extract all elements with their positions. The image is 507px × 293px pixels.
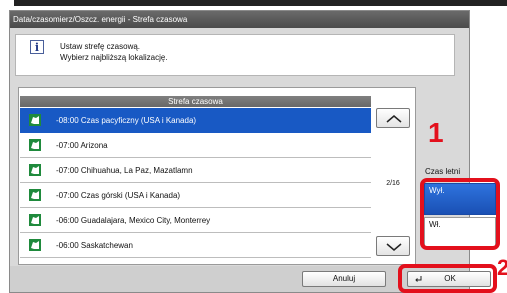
cancel-button[interactable]: Anuluj xyxy=(302,271,386,287)
scroll-up-button[interactable] xyxy=(376,108,410,128)
globe-icon xyxy=(29,189,41,201)
dst-label: Czas letni xyxy=(425,167,461,176)
list-item[interactable]: -06:00 Saskatchewan xyxy=(20,233,371,258)
top-strip-dark xyxy=(14,0,507,6)
list-item[interactable]: -07:00 Czas górski (USA i Kanada) xyxy=(20,183,371,208)
dialog-title: Data/czasomierz/Oszcz. energii - Strefa … xyxy=(10,11,469,28)
step2-number: 2 xyxy=(497,255,507,280)
list-item[interactable]: -07:00 Chihuahua, La Paz, Mazatlamn xyxy=(20,158,371,183)
timezone-list: -08:00 Czas pacyficzny (USA i Kanada) -0… xyxy=(20,108,371,258)
step2-highlight xyxy=(398,264,497,293)
list-item[interactable]: -08:00 Czas pacyficzny (USA i Kanada) xyxy=(20,108,371,133)
globe-icon xyxy=(29,239,41,251)
timezone-list-header: Strefa czasowa xyxy=(20,96,371,107)
info-text: Ustaw strefę czasową. Wybierz najbliższą… xyxy=(60,42,168,62)
scroll-down-button[interactable] xyxy=(376,236,410,256)
list-item-label: -07:00 Czas górski (USA i Kanada) xyxy=(56,191,181,200)
page-indicator: 2/16 xyxy=(386,180,400,187)
chevron-down-icon xyxy=(386,243,402,251)
list-item-label: -08:00 Czas pacyficzny (USA i Kanada) xyxy=(56,116,197,125)
info-icon: i xyxy=(30,40,44,54)
globe-icon xyxy=(29,214,41,226)
globe-icon xyxy=(29,114,41,126)
list-item-label: -07:00 Chihuahua, La Paz, Mazatlamn xyxy=(56,166,193,175)
list-item[interactable]: -07:00 Arizona xyxy=(20,133,371,158)
list-item[interactable]: -06:00 Guadalajara, Mexico City, Monterr… xyxy=(20,208,371,233)
globe-icon xyxy=(29,164,41,176)
globe-icon xyxy=(29,139,41,151)
step1-number: 1 xyxy=(428,117,444,148)
list-item-label: -06:00 Guadalajara, Mexico City, Monterr… xyxy=(56,216,211,225)
list-item-label: -06:00 Saskatchewan xyxy=(56,241,133,250)
step1-highlight xyxy=(420,178,500,250)
list-item-label: -07:00 Arizona xyxy=(56,141,108,150)
chevron-up-icon xyxy=(386,115,402,123)
